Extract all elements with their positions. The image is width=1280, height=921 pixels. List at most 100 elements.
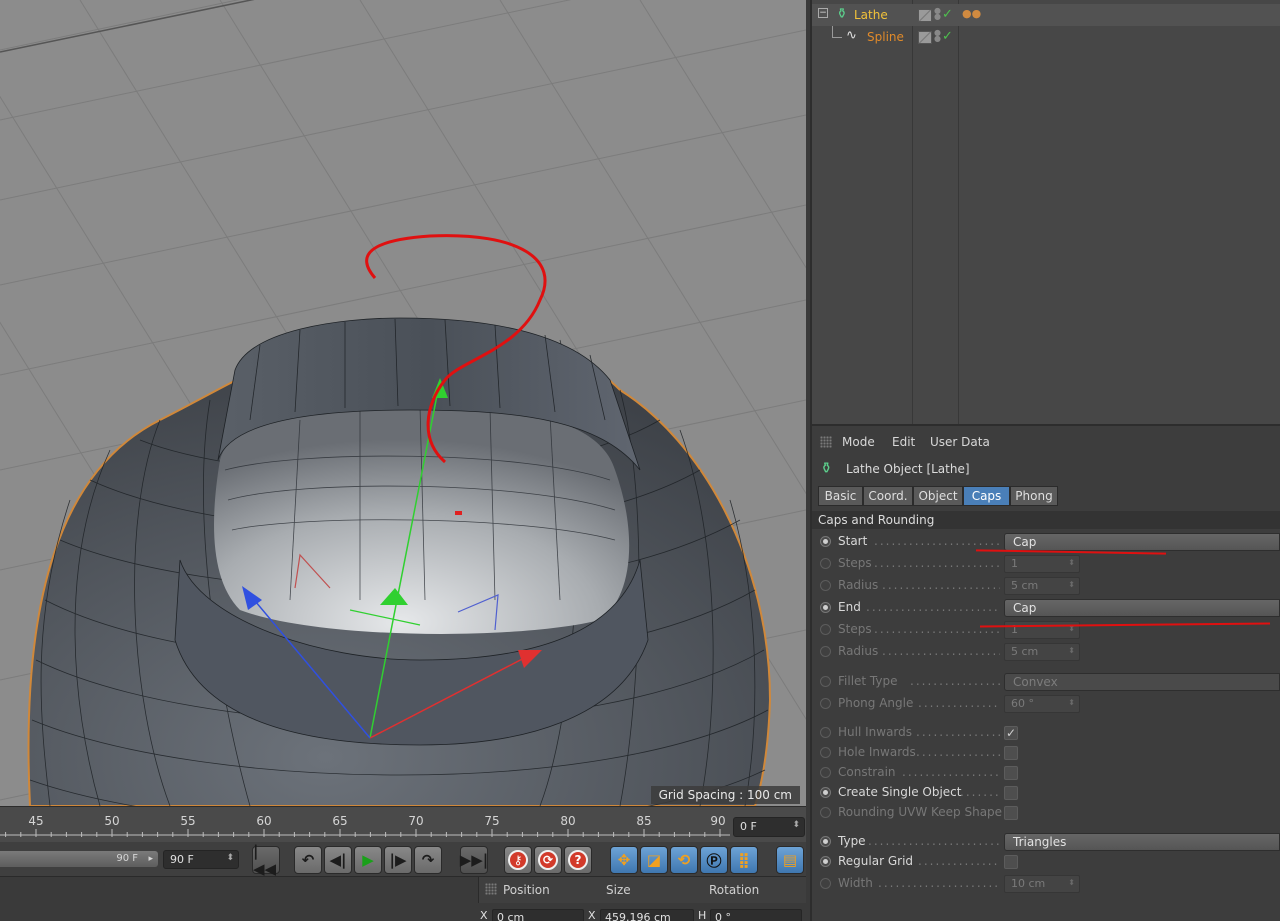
object-name-lathe[interactable]: Lathe bbox=[854, 8, 888, 22]
animate-radio[interactable] bbox=[820, 602, 831, 613]
collapse-icon[interactable]: − bbox=[818, 8, 828, 18]
section-caps-and-rounding: Caps and Rounding bbox=[812, 511, 1280, 529]
param-label: Create Single Object bbox=[838, 785, 962, 799]
next-key-icon: ↷ bbox=[421, 851, 435, 869]
timeline[interactable]: 45 50 55 60 65 70 75 80 85 90 0 F ⬍ bbox=[0, 806, 806, 842]
end-frame-field[interactable]: 90 F ⬍ bbox=[163, 850, 239, 869]
visibility-dots-icon[interactable]: ● ● bbox=[934, 7, 941, 21]
start-steps-field[interactable]: 1 ⬍ bbox=[1004, 555, 1080, 573]
animate-radio[interactable] bbox=[820, 558, 831, 569]
end-radius-field[interactable]: 5 cm ⬍ bbox=[1004, 643, 1080, 661]
animate-radio[interactable] bbox=[820, 807, 831, 818]
record-position-button[interactable]: ✥ bbox=[610, 846, 638, 874]
size-x-field[interactable]: 459.196 cm bbox=[600, 909, 694, 921]
goto-start-button[interactable]: |◀◀ bbox=[252, 842, 280, 878]
move-arrows-icon: ✥ bbox=[617, 851, 631, 869]
spinner-icon[interactable]: ⬍ bbox=[1068, 558, 1075, 567]
phong-angle-field[interactable]: 60 ° ⬍ bbox=[1004, 695, 1080, 713]
size-x-cell: X 459.196 cm bbox=[588, 909, 694, 921]
tab-caps[interactable]: Caps bbox=[963, 486, 1010, 506]
start-dropdown[interactable]: Cap bbox=[1004, 533, 1280, 551]
animate-radio[interactable] bbox=[820, 676, 831, 687]
autokey-button[interactable]: ⟳ bbox=[534, 846, 562, 874]
leader-dots: .................................. bbox=[878, 876, 1000, 890]
menu-mode[interactable]: Mode bbox=[842, 435, 875, 449]
scale-icon: ◪ bbox=[646, 851, 662, 869]
fillet-type-dropdown[interactable]: Convex bbox=[1004, 673, 1280, 691]
current-frame-field[interactable]: 0 F ⬍ bbox=[733, 817, 805, 837]
animate-radio[interactable] bbox=[820, 787, 831, 798]
goto-next-key-button[interactable]: ↷ bbox=[414, 846, 442, 874]
keyframe-selection-button[interactable]: ? bbox=[564, 846, 592, 874]
start-radius-field[interactable]: 5 cm ⬍ bbox=[1004, 577, 1080, 595]
animate-radio[interactable] bbox=[820, 727, 831, 738]
menu-edit[interactable]: Edit bbox=[892, 435, 915, 449]
range-end-label: 90 F bbox=[116, 853, 138, 864]
spinner-icon[interactable]: ⬍ bbox=[1068, 878, 1075, 887]
tab-basic[interactable]: Basic bbox=[818, 486, 863, 506]
animate-radio[interactable] bbox=[820, 536, 831, 547]
hole-inwards-checkbox[interactable] bbox=[1004, 746, 1018, 760]
visibility-dots-icon[interactable]: ● ● bbox=[934, 29, 941, 43]
timeline-tick-label: 80 bbox=[560, 814, 576, 828]
hull-inwards-checkbox[interactable]: ✓ bbox=[1004, 726, 1018, 740]
layer-flag-icon[interactable] bbox=[918, 31, 932, 44]
animate-radio[interactable] bbox=[820, 856, 831, 867]
rotation-h-field[interactable]: 0 ° bbox=[710, 909, 802, 921]
object-row-lathe[interactable]: − ⚱ Lathe ● ● ✓ ●● bbox=[812, 4, 1280, 26]
record-parameter-button[interactable]: Ⓟ bbox=[700, 846, 728, 874]
position-x-field[interactable]: 0 cm bbox=[492, 909, 584, 921]
enabled-check-icon[interactable]: ✓ bbox=[942, 7, 953, 22]
spinner-icon[interactable]: ⬍ bbox=[226, 853, 234, 863]
tab-phong[interactable]: Phong bbox=[1010, 486, 1058, 506]
constrain-checkbox[interactable] bbox=[1004, 766, 1018, 780]
regular-grid-checkbox[interactable] bbox=[1004, 855, 1018, 869]
next-frame-button[interactable]: |▶ bbox=[384, 846, 412, 874]
goto-end-button[interactable]: ▶▶| bbox=[460, 846, 488, 874]
end-dropdown[interactable]: Cap bbox=[1004, 599, 1280, 617]
record-rotation-button[interactable]: ⟲ bbox=[670, 846, 698, 874]
type-dropdown[interactable]: Triangles bbox=[1004, 833, 1280, 851]
width-field[interactable]: 10 cm ⬍ bbox=[1004, 875, 1080, 893]
record-point-level-button[interactable]: ⣿ bbox=[730, 846, 758, 874]
animate-radio[interactable] bbox=[820, 580, 831, 591]
transport-bar: 90 F ▸ 90 F ⬍ |◀◀ ↶ ◀| ▶ |▶ ↷ ▶▶| ⚷ ⟳ ? … bbox=[0, 842, 806, 878]
animate-radio[interactable] bbox=[820, 646, 831, 657]
spinner-icon[interactable]: ⬍ bbox=[792, 820, 800, 830]
attribute-menu-bar: Mode Edit User Data bbox=[812, 430, 1280, 454]
object-manager[interactable]: − ⚱ Lathe ● ● ✓ ●● ∿ Spline ● ● ✓ bbox=[810, 0, 1280, 424]
goto-prev-key-button[interactable]: ↶ bbox=[294, 846, 322, 874]
animate-radio[interactable] bbox=[820, 767, 831, 778]
field-value: 5 cm bbox=[1011, 579, 1039, 592]
layer-flag-icon[interactable] bbox=[918, 9, 932, 22]
spinner-icon[interactable]: ⬍ bbox=[1068, 646, 1075, 655]
record-scale-button[interactable]: ◪ bbox=[640, 846, 668, 874]
spinner-icon[interactable]: ⬍ bbox=[1068, 580, 1075, 589]
animate-radio[interactable] bbox=[820, 698, 831, 709]
leader-dots: .................................. bbox=[874, 622, 1000, 636]
param-width: Width ..................................… bbox=[812, 874, 1280, 894]
rounding-uvw-checkbox[interactable] bbox=[1004, 806, 1018, 820]
object-name-spline[interactable]: Spline bbox=[867, 30, 904, 44]
range-arrow-icon: ▸ bbox=[148, 854, 153, 864]
next-frame-icon: |▶ bbox=[389, 851, 407, 869]
3d-viewport[interactable]: Grid Spacing : 100 cm bbox=[0, 0, 806, 806]
animate-radio[interactable] bbox=[820, 836, 831, 847]
phong-tag-icon[interactable]: ●● bbox=[962, 7, 981, 20]
animate-radio[interactable] bbox=[820, 878, 831, 889]
play-button[interactable]: ▶ bbox=[354, 846, 382, 874]
spinner-icon[interactable]: ⬍ bbox=[1068, 698, 1075, 707]
create-single-object-checkbox[interactable] bbox=[1004, 786, 1018, 800]
preview-range-slider[interactable]: 90 F ▸ bbox=[0, 851, 158, 867]
record-button[interactable]: ⚷ bbox=[504, 846, 532, 874]
prev-frame-button[interactable]: ◀| bbox=[324, 846, 352, 874]
menu-user-data[interactable]: User Data bbox=[930, 435, 990, 449]
scheme-settings-button[interactable]: ▤ bbox=[776, 846, 804, 874]
tab-object[interactable]: Object bbox=[913, 486, 963, 506]
leader-dots: .................................. bbox=[882, 644, 1000, 658]
object-row-spline[interactable]: ∿ Spline ● ● ✓ bbox=[812, 26, 1280, 48]
animate-radio[interactable] bbox=[820, 624, 831, 635]
animate-radio[interactable] bbox=[820, 747, 831, 758]
tab-coord[interactable]: Coord. bbox=[863, 486, 913, 506]
enabled-check-icon[interactable]: ✓ bbox=[942, 29, 953, 44]
